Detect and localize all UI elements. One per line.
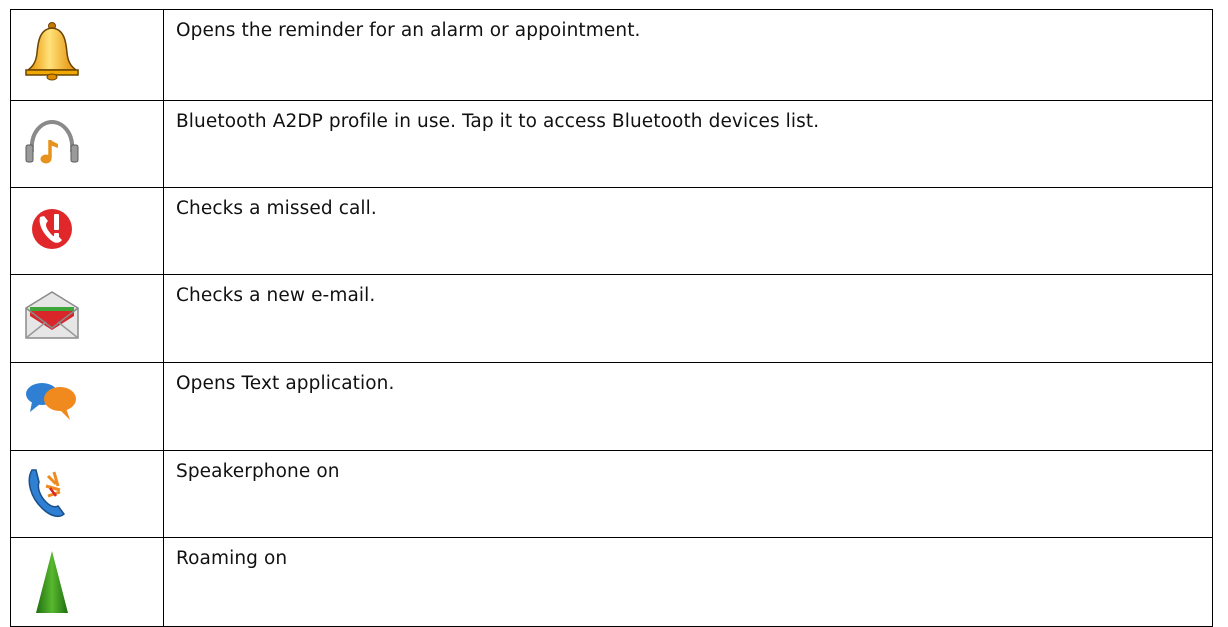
icon-cell: [10, 187, 164, 275]
table-row: Speakerphone on: [10, 450, 1213, 538]
description-cell: Speakerphone on: [163, 450, 1213, 538]
table-row: Roaming on: [10, 537, 1213, 627]
bluetooth-headphones-icon: [22, 112, 82, 172]
text-messaging-icon: [22, 374, 82, 434]
table-row: Opens Text application.: [10, 362, 1213, 451]
icon-cell: [10, 274, 164, 363]
icon-cell: [10, 537, 164, 627]
description-cell: Opens Text application.: [163, 362, 1213, 451]
status-icon-table: Opens the reminder for an alarm or appoi…: [10, 9, 1213, 627]
new-email-icon: [22, 286, 82, 346]
icon-cell: [10, 9, 164, 101]
table-row: Opens the reminder for an alarm or appoi…: [10, 9, 1213, 101]
speakerphone-icon: [22, 462, 82, 522]
table-row: Checks a new e-mail.: [10, 274, 1213, 363]
alarm-bell-icon: [22, 21, 82, 81]
description-cell: Opens the reminder for an alarm or appoi…: [163, 9, 1213, 101]
table-row: Checks a missed call.: [10, 187, 1213, 275]
icon-cell: [10, 100, 164, 188]
roaming-icon: [22, 549, 82, 613]
table-row: Bluetooth A2DP profile in use. Tap it to…: [10, 100, 1213, 188]
missed-call-icon: [22, 199, 82, 259]
description-cell: Roaming on: [163, 537, 1213, 627]
description-cell: Bluetooth A2DP profile in use. Tap it to…: [163, 100, 1213, 188]
description-cell: Checks a new e-mail.: [163, 274, 1213, 363]
icon-cell: [10, 362, 164, 451]
icon-cell: [10, 450, 164, 538]
description-cell: Checks a missed call.: [163, 187, 1213, 275]
